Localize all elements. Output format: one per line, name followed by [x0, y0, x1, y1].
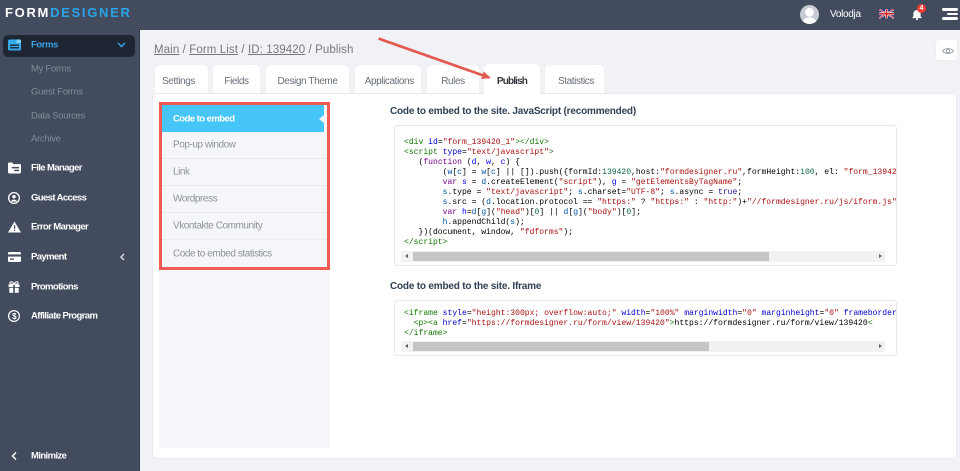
svg-text:$: $: [12, 312, 17, 321]
